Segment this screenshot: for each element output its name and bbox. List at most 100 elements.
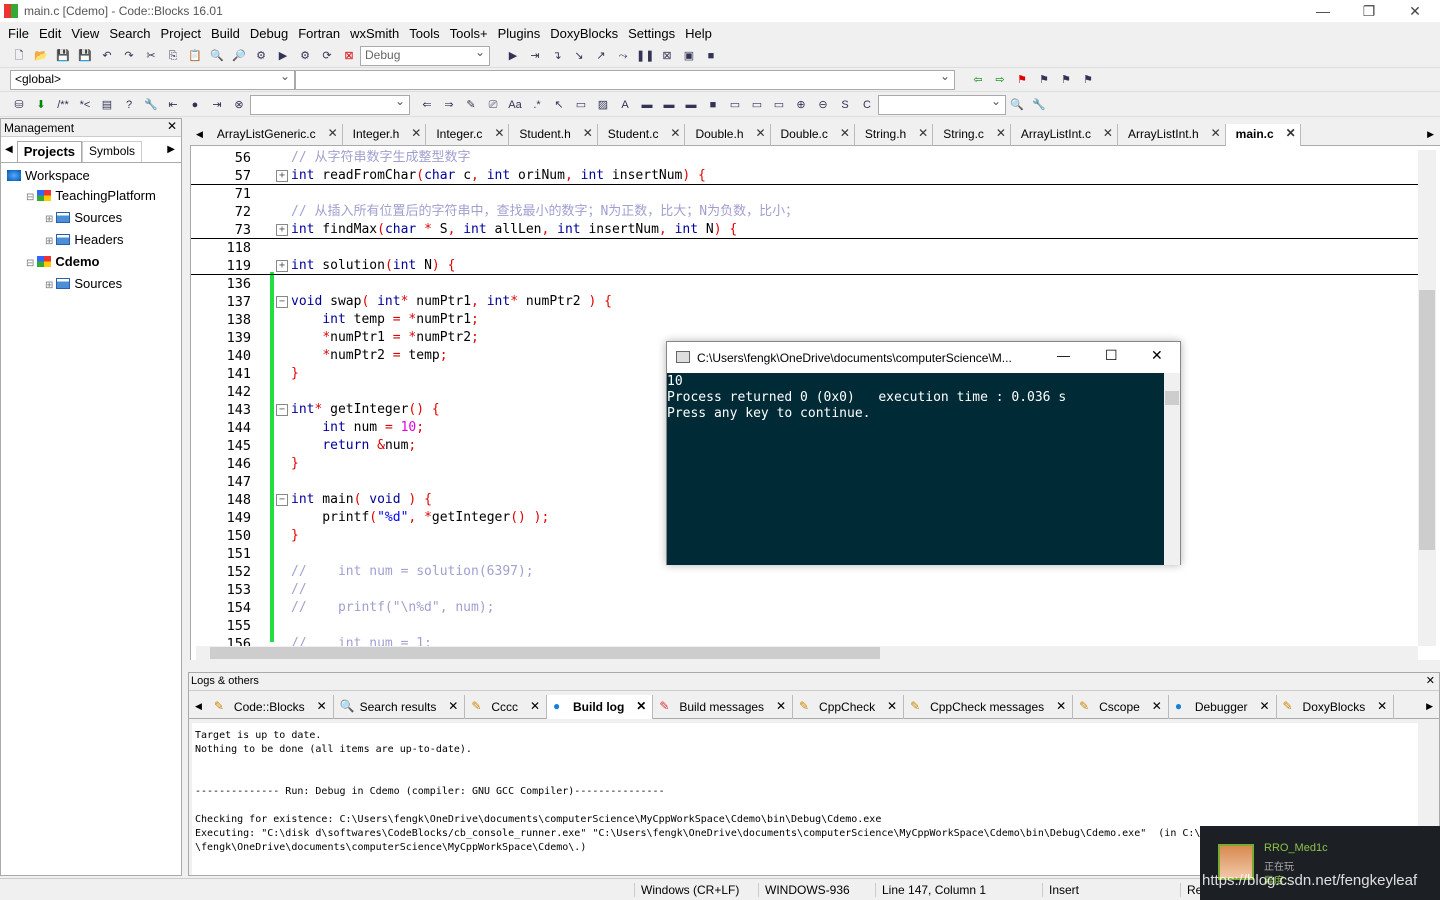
rect-icon[interactable]: ▭	[572, 97, 590, 113]
prev-icon[interactable]: ⇤	[164, 97, 182, 113]
tabs-right-icon[interactable]: ▶	[1421, 124, 1440, 145]
zoom-out-icon[interactable]: ⊖	[814, 97, 832, 113]
save-all-icon[interactable]: 💾	[76, 48, 94, 64]
menu-tools[interactable]: Tools	[404, 26, 444, 41]
tree-item[interactable]: ⊞ Sources	[7, 208, 175, 230]
close-button[interactable]: ✕	[1392, 0, 1438, 22]
cut-icon[interactable]: ✂	[142, 48, 160, 64]
log-tab-search-results[interactable]: 🔍 Search results ✕	[334, 695, 466, 719]
fold-collapse-icon[interactable]: −	[276, 404, 288, 416]
tab-student-h[interactable]: Student.h ✕	[509, 124, 598, 146]
close-tab-icon[interactable]: ✕	[530, 699, 540, 713]
code-line[interactable]: 137 − void swap( int* numPtr1, int* numPtr…	[191, 293, 1419, 311]
menu-tools-plus[interactable]: Tools+	[445, 26, 493, 41]
log-tab-debugger[interactable]: ● Debugger ✕	[1169, 695, 1277, 719]
tree-item[interactable]: ⊟ Cdemo	[7, 252, 175, 274]
bookmark-icon[interactable]: ⚑	[1013, 72, 1031, 88]
expand-icon[interactable]: ⊟	[26, 192, 34, 203]
close-tab-icon[interactable]: ✕	[1259, 699, 1269, 713]
console-minimize-button[interactable]: —	[1057, 348, 1070, 363]
menu-edit[interactable]: Edit	[34, 26, 66, 41]
new-file-icon[interactable]: 🗋	[10, 48, 28, 64]
expand-icon[interactable]: ⊞	[45, 236, 53, 247]
close-tab-icon[interactable]: ✕	[887, 699, 897, 713]
close-tab-icon[interactable]: ✕	[776, 699, 786, 713]
fold-expand-icon[interactable]: +	[276, 170, 288, 182]
box3-icon[interactable]: ▭	[770, 97, 788, 113]
text-icon[interactable]: A	[616, 97, 634, 113]
tree-item[interactable]: ⊟ TeachingPlatform	[7, 186, 175, 208]
highlight-icon[interactable]: ✎	[462, 97, 480, 113]
function-select[interactable]	[295, 69, 955, 90]
log-tab-build-messages[interactable]: ✎ Build messages ✕	[653, 695, 794, 719]
code-line[interactable]: 154 // printf("\n%d", num);	[191, 599, 1419, 617]
settings-icon[interactable]: 🔧	[1030, 97, 1048, 113]
console-scrollbar[interactable]	[1164, 373, 1180, 565]
menu-build[interactable]: Build	[206, 26, 245, 41]
tab-main-c[interactable]: main.c ✕	[1225, 124, 1301, 146]
image-icon[interactable]: ▨	[594, 97, 612, 113]
build-icon[interactable]: ⚙	[252, 48, 270, 64]
console-window[interactable]: C:\Users\fengk\OneDrive\documents\comput…	[666, 341, 1181, 565]
logtabs-left-icon[interactable]: ◀	[189, 695, 208, 718]
tab-double-h[interactable]: Double.h ✕	[685, 124, 771, 146]
code-line[interactable]: 152 // int num = solution(6397);	[191, 563, 1419, 581]
close-tab-icon[interactable]: ✕	[636, 699, 646, 713]
info-icon[interactable]: ■	[702, 48, 720, 64]
tab-integer-c[interactable]: Integer.c ✕	[426, 124, 510, 146]
log-tab-cscope[interactable]: ✎ Cscope ✕	[1073, 695, 1169, 719]
step-out-icon[interactable]: ↗	[592, 48, 610, 64]
code-line[interactable]: 57 + int readFromChar(char c, int oriNum, …	[191, 167, 1419, 185]
menu-help[interactable]: Help	[680, 26, 717, 41]
console-close-button[interactable]: ✕	[1151, 347, 1163, 364]
close-tab-icon[interactable]: ✕	[411, 126, 421, 140]
box1-icon[interactable]: ▭	[726, 97, 744, 113]
editor-vertical-scrollbar[interactable]	[1418, 150, 1436, 646]
minimize-button[interactable]: —	[1300, 0, 1346, 22]
close-tab-icon[interactable]: ✕	[1211, 126, 1221, 140]
tab-student-c[interactable]: Student.c ✕	[598, 124, 686, 146]
abort-icon[interactable]: ⊠	[340, 48, 358, 64]
close-tab-icon[interactable]: ✕	[317, 699, 327, 713]
uncomment-icon[interactable]: *<	[76, 97, 94, 113]
tree-item[interactable]: ⊞ Sources	[7, 274, 175, 296]
menu-debug[interactable]: Debug	[245, 26, 293, 41]
tab-double-c[interactable]: Double.c ✕	[771, 124, 855, 146]
tab-string-h[interactable]: String.h ✕	[855, 124, 934, 146]
block2-icon[interactable]: ▬	[660, 97, 678, 113]
code-line[interactable]: 138 int temp = *numPtr1;	[191, 311, 1419, 329]
jump-back-icon[interactable]: ⇦	[969, 72, 987, 88]
close-tab-icon[interactable]: ✕	[328, 126, 338, 140]
rebuild-icon[interactable]: ⟳	[318, 48, 336, 64]
doxy-icon[interactable]: ▤	[98, 97, 116, 113]
select-icon[interactable]: ⎚	[484, 97, 502, 113]
arrow-right-icon[interactable]: ⇒	[440, 97, 458, 113]
fold-expand-icon[interactable]: +	[276, 224, 288, 236]
open-icon[interactable]: 📂	[32, 48, 50, 64]
tree-item[interactable]: Workspace	[7, 166, 175, 186]
steam-notification[interactable]: RRO_Med1c 正在玩 异度... https://blog.csdn.ne…	[1200, 826, 1440, 900]
search-symbol-icon[interactable]: 🔍	[1008, 97, 1026, 113]
tab-arraylistint-c[interactable]: ArrayListInt.c ✕	[1011, 124, 1118, 146]
close-tab-icon[interactable]: ✕	[755, 126, 765, 140]
debug-windows-icon[interactable]: ▣	[680, 48, 698, 64]
arrow-left-icon[interactable]: ⇐	[418, 97, 436, 113]
code-line[interactable]: 155	[191, 617, 1419, 635]
build-target-select[interactable]: Debug	[360, 45, 490, 66]
tab-symbols[interactable]: Symbols	[82, 141, 143, 162]
tab-projects[interactable]: Projects	[16, 141, 83, 162]
wrench-icon[interactable]: 🔧	[142, 97, 160, 113]
menu-project[interactable]: Project	[156, 26, 206, 41]
code-line[interactable]: 118	[191, 239, 1419, 257]
menu-settings[interactable]: Settings	[623, 26, 680, 41]
block1-icon[interactable]: ▬	[638, 97, 656, 113]
menu-view[interactable]: View	[66, 26, 104, 41]
tab-right-icon[interactable]: ▶	[167, 144, 175, 155]
regex-icon[interactable]: .*	[528, 97, 546, 113]
expand-icon[interactable]: ⊟	[26, 258, 34, 269]
close-tab-icon[interactable]: ✕	[1103, 126, 1113, 140]
undo-icon[interactable]: ↶	[98, 48, 116, 64]
paste-icon[interactable]: 📋	[186, 48, 204, 64]
console-maximize-button[interactable]: ☐	[1105, 347, 1118, 364]
tab-string-c[interactable]: String.c ✕	[933, 124, 1011, 146]
